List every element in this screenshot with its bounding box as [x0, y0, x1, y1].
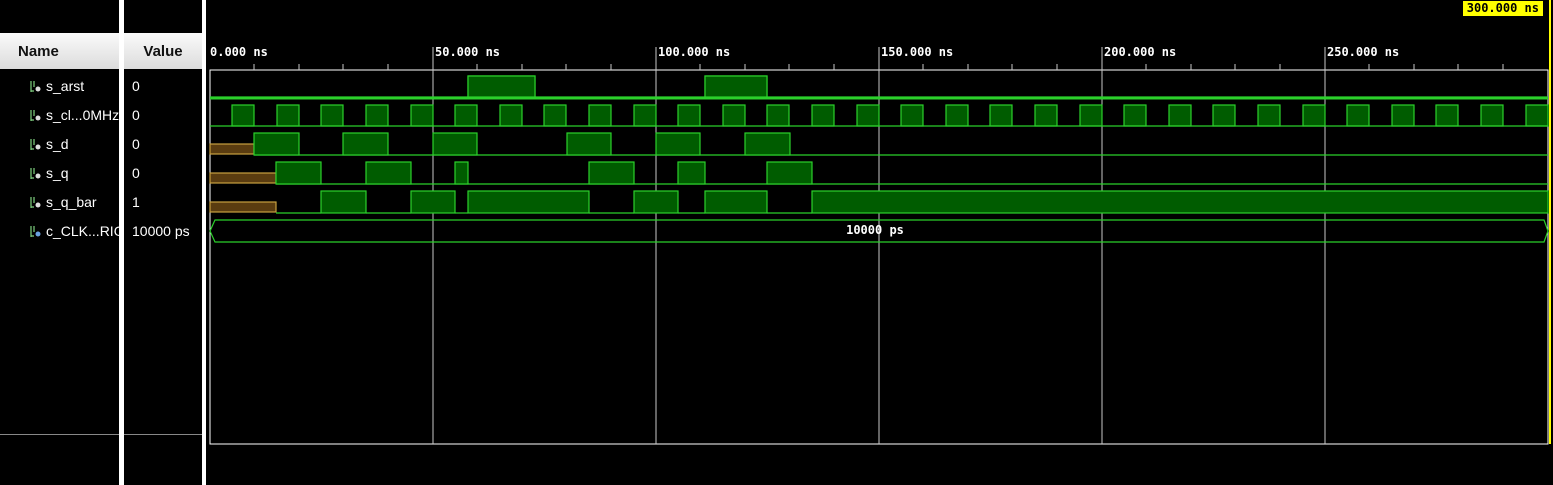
- signal-list-panel: Name Value s_arst 0 s_cl...0MHz 0 s_d 0 …: [0, 0, 203, 485]
- signal-icon: [30, 139, 41, 150]
- time-cursor[interactable]: [1549, 0, 1551, 444]
- signal-row-s_q_bar[interactable]: s_q_bar 1: [0, 188, 203, 217]
- signal-icon: [30, 81, 41, 92]
- signal-value: 10000 ps: [132, 223, 190, 239]
- signal-name: s_d: [46, 136, 69, 152]
- time-tick-200: 200.000 ns: [1104, 45, 1177, 59]
- signal-icon: [30, 168, 41, 179]
- time-tick-0: 0.000 ns: [210, 45, 268, 59]
- wave-s_q_bar: [209, 190, 1549, 214]
- signal-name: s_q: [46, 165, 69, 181]
- signal-name: s_arst: [46, 78, 85, 94]
- constant-icon: [30, 226, 41, 237]
- signal-row-s_arst[interactable]: s_arst 0: [0, 72, 203, 101]
- signal-row-s_clk[interactable]: s_cl...0MHz 0: [0, 101, 203, 130]
- row-separators: [210, 97, 1548, 100]
- signal-value: 1: [132, 194, 140, 210]
- signal-row-s_q[interactable]: s_q 0: [0, 159, 203, 188]
- signal-value: 0: [132, 107, 140, 123]
- time-tick-150: 150.000 ns: [881, 45, 954, 59]
- list-divider: [0, 434, 203, 435]
- bus-value-label: 10000 ps: [846, 223, 904, 237]
- signal-row-s_d[interactable]: s_d 0: [0, 130, 203, 159]
- signal-name: s_q_bar: [46, 194, 97, 210]
- signal-value: 0: [132, 78, 140, 94]
- signal-value: 0: [132, 165, 140, 181]
- wave-s_clk: [210, 104, 1549, 127]
- time-tick-50: 50.000 ns: [435, 45, 501, 59]
- waveform-viewer[interactable]: 10000 ps 0.000 ns 50.000 ns 100.000 ns 1…: [206, 0, 1553, 485]
- column-splitter[interactable]: [119, 0, 124, 485]
- name-column-header[interactable]: Name: [0, 33, 119, 69]
- waveform-canvas[interactable]: 10000 ps: [206, 0, 1553, 485]
- signal-icon: [30, 197, 41, 208]
- signal-value: 0: [132, 136, 140, 152]
- signal-row-c_clk_period[interactable]: c_CLK...RIOD 10000 ps: [0, 217, 203, 246]
- signal-icon: [30, 110, 41, 121]
- time-tick-250: 250.000 ns: [1327, 45, 1400, 59]
- value-column-header[interactable]: Value: [124, 33, 202, 69]
- signal-name: c_CLK...RIOD: [46, 223, 120, 239]
- signal-name: s_cl...0MHz: [46, 107, 120, 123]
- cursor-time-label: 300.000 ns: [1462, 1, 1543, 16]
- time-tick-100: 100.000 ns: [658, 45, 731, 59]
